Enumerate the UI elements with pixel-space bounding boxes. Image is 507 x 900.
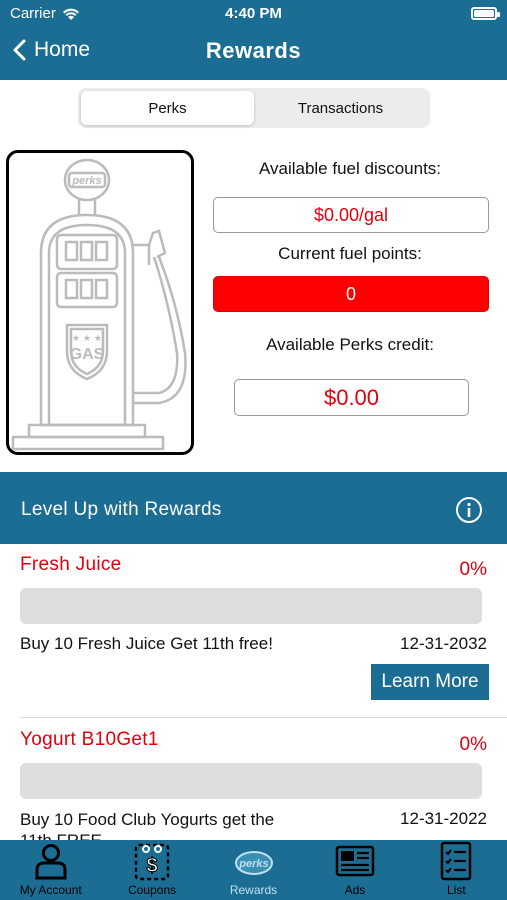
perks-credit-value: $0.00 bbox=[234, 379, 469, 416]
reward-expiry-date: 12-31-2022 bbox=[400, 809, 487, 828]
reward-percent: 0% bbox=[459, 734, 487, 755]
tab-perks[interactable]: Perks bbox=[81, 91, 254, 125]
reward-progress-bar bbox=[20, 588, 482, 624]
tab-label: List bbox=[446, 883, 466, 897]
reward-expiry-date: 12-31-2032 bbox=[400, 634, 487, 653]
reward-description-line: Buy 10 Food Club Yogurts get the bbox=[20, 810, 275, 829]
tab-coupons[interactable]: $ Coupons bbox=[101, 840, 202, 900]
tab-list[interactable]: List bbox=[406, 840, 507, 900]
tab-label: Coupons bbox=[128, 883, 177, 897]
page-title: Rewards bbox=[205, 38, 302, 63]
fuel-discounts-value: $0.00/gal bbox=[213, 197, 489, 233]
learn-more-button[interactable]: Learn More bbox=[371, 664, 489, 700]
tab-label: Rewards bbox=[229, 883, 278, 897]
gas-pump-illustration: perks GAS ★ ★ ★ bbox=[11, 158, 187, 451]
newspaper-icon bbox=[335, 845, 375, 877]
fuel-points-label: Current fuel points: bbox=[278, 244, 422, 263]
fuel-pump-card: perks GAS ★ ★ ★ bbox=[6, 150, 194, 455]
svg-text:$: $ bbox=[147, 855, 158, 877]
coupon-scissors-icon: $ bbox=[134, 843, 170, 881]
reward-percent: 0% bbox=[459, 559, 487, 580]
checklist-icon bbox=[441, 841, 472, 881]
header: Carrier 4:40 PM Home Rewards bbox=[0, 0, 507, 80]
pump-sign-text: GAS bbox=[70, 346, 105, 363]
tab-transactions[interactable]: Transactions bbox=[254, 91, 427, 125]
info-icon[interactable] bbox=[455, 496, 483, 524]
perks-transactions-segment: Perks Transactions bbox=[78, 88, 430, 128]
level-up-banner: Level Up with Rewards bbox=[0, 472, 507, 544]
status-bar: Carrier 4:40 PM bbox=[0, 0, 507, 28]
reward-title: Fresh Juice bbox=[20, 554, 122, 575]
svg-text:perks: perks bbox=[238, 858, 268, 870]
tab-rewards[interactable]: perks Rewards bbox=[203, 840, 304, 900]
battery-icon bbox=[471, 7, 500, 20]
fuel-discounts-label: Available fuel discounts: bbox=[258, 159, 442, 178]
tab-my-account[interactable]: My Account bbox=[0, 840, 101, 900]
reward-divider bbox=[20, 717, 507, 718]
tab-label: My Account bbox=[19, 883, 82, 897]
reward-title: Yogurt B10Get1 bbox=[20, 729, 159, 750]
star-icons: ★ ★ ★ bbox=[72, 334, 102, 344]
status-time: 4:40 PM bbox=[225, 5, 282, 22]
bottom-tab-bar: My Account $ Coupons perks Rewards Ads L… bbox=[0, 840, 507, 900]
fuel-points-value: 0 bbox=[213, 276, 489, 312]
person-icon bbox=[35, 844, 67, 880]
tab-label: Ads bbox=[344, 883, 366, 897]
level-up-title: Level Up with Rewards bbox=[21, 499, 222, 520]
perks-badge-icon: perks bbox=[234, 851, 273, 875]
reward-description: Buy 10 Fresh Juice Get 11th free! bbox=[20, 634, 273, 653]
perks-credit-label: Available Perks credit: bbox=[266, 335, 434, 354]
pump-badge-text: perks bbox=[71, 175, 101, 187]
reward-progress-bar bbox=[20, 763, 482, 799]
tab-ads[interactable]: Ads bbox=[304, 840, 405, 900]
nav-bar: Home Rewards bbox=[0, 34, 507, 74]
